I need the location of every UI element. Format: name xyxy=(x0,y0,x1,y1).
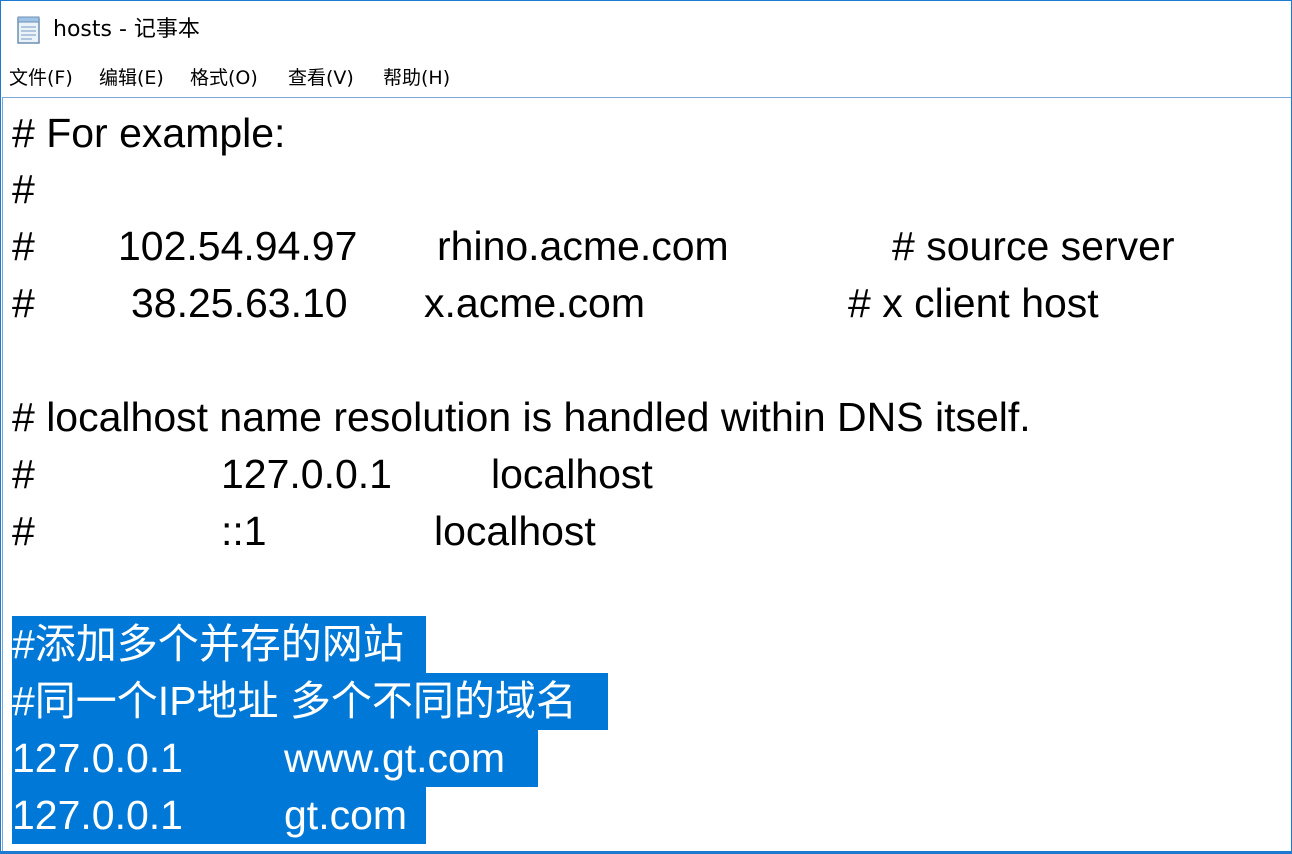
selected-text-line: #添加多个并存的网站 xyxy=(12,616,426,673)
window-title: hosts - 记事本 xyxy=(53,17,200,42)
notepad-window: hosts - 记事本 文件(F) 编辑(E) 格式(O) 查看(V) 帮助(H… xyxy=(0,0,1292,854)
line-host: localhost xyxy=(434,508,596,554)
text-line: # 102.54.94.97 rhino.acme.com # source s… xyxy=(12,218,1262,274)
notepad-icon xyxy=(15,15,43,45)
window-bottom-border xyxy=(1,851,1291,853)
title-bar[interactable]: hosts - 记事本 xyxy=(1,1,1291,59)
line-host: localhost xyxy=(491,451,653,497)
text-line: # ::1 localhost xyxy=(12,503,1012,559)
line-ip: 127.0.0.1 xyxy=(221,451,392,497)
line-comment: # source server xyxy=(892,223,1175,269)
menu-file[interactable]: 文件(F) xyxy=(7,65,75,91)
line-hash: # xyxy=(12,223,35,269)
line-ip: 127.0.0.1 xyxy=(12,792,183,838)
text-line: # For example: xyxy=(12,110,286,156)
line-hash: # xyxy=(12,280,35,326)
text-editor-area[interactable]: # For example: # # 102.54.94.97 rhino.ac… xyxy=(2,97,1291,853)
menu-format[interactable]: 格式(O) xyxy=(188,65,260,91)
menu-view[interactable]: 查看(V) xyxy=(286,65,356,91)
selected-text-line: 127.0.0.1 gt.com xyxy=(12,787,426,844)
line-hash: # xyxy=(12,451,35,497)
line-host: x.acme.com xyxy=(424,280,645,326)
line-hash: # xyxy=(12,508,35,554)
line-ip: 127.0.0.1 xyxy=(12,735,183,781)
selected-text-line: 127.0.0.1 www.gt.com xyxy=(12,730,538,787)
line-host: gt.com xyxy=(284,792,408,838)
text-line: # xyxy=(12,166,35,212)
text-line: # 127.0.0.1 localhost xyxy=(12,446,1012,502)
line-ip: 102.54.94.97 xyxy=(118,223,358,269)
text-line: # localhost name resolution is handled w… xyxy=(12,394,1031,440)
line-host: rhino.acme.com xyxy=(437,223,729,269)
text-line: # 38.25.63.10 x.acme.com # x client host xyxy=(12,275,1262,331)
menu-bar: 文件(F) 编辑(E) 格式(O) 查看(V) 帮助(H) xyxy=(1,59,1291,97)
selected-text-line: #同一个IP地址 多个不同的域名 xyxy=(12,673,608,730)
line-comment: # x client host xyxy=(848,280,1099,326)
line-ip: 38.25.63.10 xyxy=(131,280,348,326)
line-host: www.gt.com xyxy=(284,735,505,781)
line-ip: ::1 xyxy=(221,508,267,554)
menu-edit[interactable]: 编辑(E) xyxy=(97,65,166,91)
menu-help[interactable]: 帮助(H) xyxy=(381,65,452,91)
